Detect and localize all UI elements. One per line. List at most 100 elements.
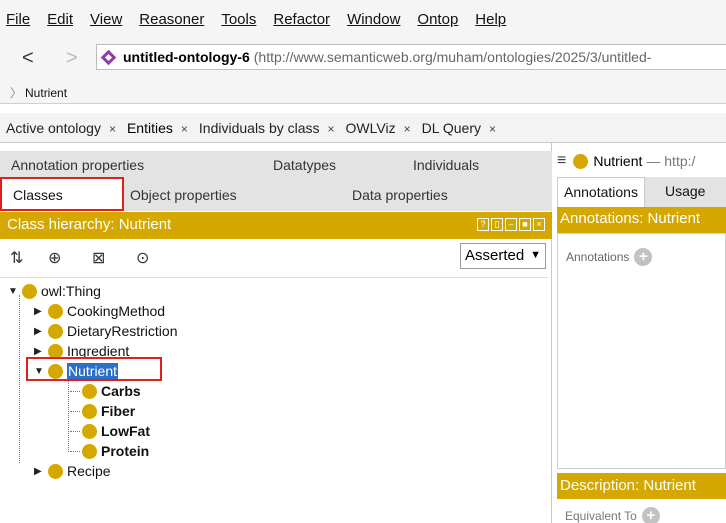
- entity-details-panel: ≡ Nutrient — http:/ Annotations Usage An…: [553, 143, 726, 523]
- annotations-area: Annotations +: [557, 233, 726, 469]
- entity-type-tabs-row1: Annotation properties Datatypes Individu…: [0, 151, 552, 179]
- menu-view[interactable]: View: [90, 11, 122, 28]
- add-sibling-icon[interactable]: ⊕: [48, 248, 61, 268]
- back-button[interactable]: <: [22, 47, 34, 70]
- delete-class-icon[interactable]: ⊠: [92, 248, 105, 268]
- class-icon: [22, 283, 37, 299]
- equivalent-to-section: Equivalent To +: [565, 507, 660, 523]
- tab-annotations[interactable]: Annotations: [557, 177, 645, 207]
- tree-connector: [70, 450, 80, 452]
- tab-dl-query[interactable]: DL Query ×: [422, 120, 496, 136]
- close-icon[interactable]: ×: [109, 122, 116, 136]
- add-equivalent-icon[interactable]: +: [641, 507, 660, 523]
- tab-data-properties[interactable]: Data properties: [352, 187, 448, 203]
- menu-refactor[interactable]: Refactor: [273, 11, 330, 28]
- tree-node-dietaryrestriction[interactable]: ▶ DietaryRestriction: [34, 322, 177, 340]
- tree-node-recipe[interactable]: ▶ Recipe: [34, 462, 111, 480]
- forward-button[interactable]: >: [66, 47, 78, 70]
- tree-guide: [19, 295, 20, 463]
- tree-node-label: DietaryRestriction: [67, 323, 178, 339]
- menu-file[interactable]: File: [6, 11, 30, 28]
- class-hierarchy-title: Class hierarchy: Nutrient: [7, 216, 172, 233]
- chevron-down-icon: ▼: [530, 249, 541, 261]
- expand-right-icon[interactable]: ▶: [34, 326, 46, 337]
- minimize-icon[interactable]: –: [505, 218, 517, 231]
- menu-edit[interactable]: Edit: [47, 11, 73, 28]
- ontology-name: untitled-ontology-6: [123, 49, 250, 65]
- close-icon[interactable]: ×: [533, 218, 545, 231]
- menu-icon[interactable]: ≡: [557, 152, 566, 170]
- view-controls: ? ▯ – ■ ×: [477, 218, 545, 231]
- hierarchy-mode-value: Asserted: [465, 247, 525, 264]
- class-icon: [82, 443, 97, 459]
- class-icon: [48, 463, 63, 479]
- menu-help[interactable]: Help: [475, 11, 506, 28]
- details-tabs: Annotations Usage: [557, 177, 726, 207]
- tree-node-label: CookingMethod: [67, 303, 166, 319]
- tree-node-cookingmethod[interactable]: ▶ CookingMethod: [34, 302, 165, 320]
- menu-ontop[interactable]: Ontop: [417, 11, 458, 28]
- class-hierarchy-header: Class hierarchy: Nutrient ? ▯ – ■ ×: [0, 212, 552, 239]
- class-icon: [82, 403, 97, 419]
- split-icon[interactable]: ▯: [491, 218, 503, 231]
- tree-connector: [70, 430, 80, 432]
- hierarchy-mode-select[interactable]: Asserted ▼: [460, 243, 546, 269]
- tree-node-owl-thing[interactable]: ▼ owl:Thing: [8, 282, 101, 300]
- tree-node-label: Recipe: [67, 463, 111, 479]
- add-annotation-icon[interactable]: +: [634, 248, 653, 266]
- expand-right-icon[interactable]: ▶: [34, 346, 46, 357]
- tree-node-fiber[interactable]: Fiber: [70, 402, 135, 420]
- breadcrumb[interactable]: 〉 Nutrient: [10, 84, 67, 101]
- close-icon[interactable]: ×: [489, 122, 496, 136]
- menu-bar: File Edit View Reasoner Tools Refactor W…: [0, 0, 726, 38]
- tab-entities[interactable]: Entities ×: [127, 120, 188, 136]
- tab-active-ontology[interactable]: Active ontology ×: [6, 120, 116, 136]
- tree-node-label: owl:Thing: [41, 283, 101, 299]
- expand-right-icon[interactable]: ▶: [34, 466, 46, 477]
- ontology-icon: [100, 49, 117, 65]
- entity-iri: — http:/: [646, 153, 696, 169]
- target-icon[interactable]: ⊙: [136, 248, 149, 268]
- breadcrumb-label: Nutrient: [25, 86, 68, 100]
- ontology-iri: (http://www.semanticweb.org/muham/ontolo…: [253, 49, 652, 65]
- tab-datatypes[interactable]: Datatypes: [273, 157, 336, 173]
- tree-connector: [70, 410, 80, 412]
- class-icon: [82, 383, 97, 399]
- tree-node-label: Carbs: [101, 383, 141, 399]
- annotations-label: Annotations +: [566, 248, 653, 266]
- tab-classes[interactable]: Classes: [0, 177, 124, 211]
- menu-tools[interactable]: Tools: [221, 11, 256, 28]
- expand-down-icon[interactable]: ▼: [8, 286, 20, 297]
- equivalent-to-label: Equivalent To: [565, 509, 637, 523]
- expand-right-icon[interactable]: ▶: [34, 306, 46, 317]
- annotations-header: Annotations: Nutrient: [557, 207, 726, 233]
- class-icon: [48, 303, 63, 319]
- add-subclass-icon[interactable]: ⇅: [10, 248, 23, 268]
- entity-header: ≡ Nutrient — http:/: [553, 149, 726, 173]
- tree-connector: [70, 390, 80, 392]
- workspace-tabs: Active ontology × Entities × Individuals b…: [0, 113, 726, 143]
- tab-usage[interactable]: Usage: [659, 177, 711, 207]
- tab-annotation-properties[interactable]: Annotation properties: [11, 157, 144, 173]
- tree-node-label: Protein: [101, 443, 150, 459]
- tab-individuals[interactable]: Individuals: [413, 157, 479, 173]
- tree-node-lowfat[interactable]: LowFat: [70, 422, 150, 440]
- description-header: Description: Nutrient: [557, 473, 726, 499]
- class-icon: [48, 323, 63, 339]
- tab-owlviz[interactable]: OWLViz ×: [346, 120, 411, 136]
- close-icon[interactable]: ×: [404, 122, 411, 136]
- tab-individuals-by-class[interactable]: Individuals by class ×: [199, 120, 335, 136]
- tab-object-properties[interactable]: Object properties: [130, 187, 237, 203]
- ontology-iri-box[interactable]: untitled-ontology-6 (http://www.semantic…: [96, 44, 726, 70]
- close-icon[interactable]: ×: [181, 122, 188, 136]
- maximize-icon[interactable]: ■: [519, 218, 531, 231]
- menu-reasoner[interactable]: Reasoner: [139, 11, 204, 28]
- close-icon[interactable]: ×: [328, 122, 335, 136]
- tree-node-protein[interactable]: Protein: [70, 442, 149, 460]
- menu-window[interactable]: Window: [347, 11, 400, 28]
- tree-node-label: LowFat: [101, 423, 150, 439]
- entity-name: Nutrient: [593, 153, 643, 169]
- class-icon: [82, 423, 97, 439]
- help-icon[interactable]: ?: [477, 218, 489, 231]
- tree-node-carbs[interactable]: Carbs: [70, 382, 141, 400]
